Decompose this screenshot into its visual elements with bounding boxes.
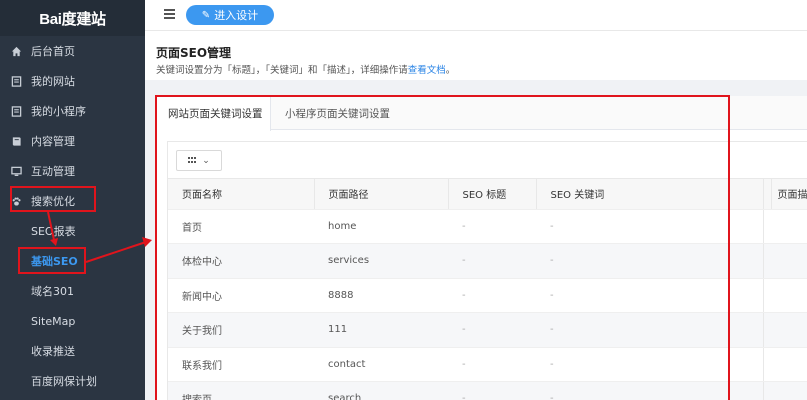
sidebar-subitem-seo-report[interactable]: SEO报表: [0, 216, 145, 246]
sidebar-subitem-sitemap[interactable]: SiteMap: [0, 306, 145, 336]
logo-text: Bai度建站: [39, 10, 106, 28]
page-header: 页面SEO管理 关键词设置分为「标题」，「关键词」和「描述」，详细操作请查看文档…: [145, 31, 807, 80]
cell-spacer: [763, 243, 771, 279]
cell-spacer: [763, 209, 771, 244]
annotation-box-search-optimization: [10, 186, 96, 212]
page-title: 页面SEO管理: [156, 46, 232, 60]
sidebar-subitem-baidu-plan[interactable]: 百度网保计划: [0, 366, 145, 396]
logo[interactable]: Bai度建站: [0, 0, 145, 36]
sidebar-item-home[interactable]: 后台首页: [0, 36, 145, 66]
monitor-icon: [10, 165, 22, 177]
sidebar-item-label: 后台首页: [31, 45, 75, 58]
cell-spacer: [763, 278, 771, 313]
cell-page-desc: [771, 312, 807, 348]
sidebar-item-my-site[interactable]: 我的网站: [0, 66, 145, 96]
home-icon: [10, 45, 22, 57]
sidebar-item-content[interactable]: 内容管理: [0, 126, 145, 156]
sidebar-item-interaction[interactable]: 互动管理: [0, 156, 145, 186]
sidebar-item-my-app[interactable]: 我的小程序: [0, 96, 145, 126]
sidebar-item-label: 内容管理: [31, 135, 75, 148]
cell-page-desc: [771, 243, 807, 279]
annotation-box-content: [155, 95, 730, 400]
sidebar-subitem-index-push[interactable]: 收录推送: [0, 336, 145, 366]
pen-icon: ✎: [201, 9, 211, 21]
cell-spacer: [763, 347, 771, 382]
description-suffix: 。: [445, 65, 456, 76]
cell-page-desc: [771, 381, 807, 400]
sidebar-subitem-label: 收录推送: [31, 345, 75, 358]
cell-page-desc: [771, 209, 807, 244]
cell-spacer: [763, 381, 771, 400]
book-icon: [10, 135, 22, 147]
enter-design-label: 进入设计: [214, 9, 259, 22]
sidebar-subitem-label: 百度网保计划: [31, 375, 97, 388]
top-bar: ✎ 进入设计: [145, 0, 807, 31]
sidebar-item-label: 我的小程序: [31, 105, 86, 118]
sidebar-subitem-label: SEO报表: [31, 225, 76, 238]
app-icon: [10, 105, 22, 117]
cell-spacer: [763, 312, 771, 348]
column-header-page-desc[interactable]: 页面描: [771, 179, 807, 210]
sidebar-item-label: 互动管理: [31, 165, 75, 178]
column-header-spacer: [763, 179, 772, 210]
menu-toggle-icon[interactable]: [164, 9, 175, 19]
description-text: 关键词设置分为「标题」，「关键词」和「描述」，详细操作请: [156, 65, 408, 76]
annotation-box-basic-seo: [18, 247, 86, 274]
enter-design-button[interactable]: ✎ 进入设计: [186, 5, 274, 25]
cell-page-desc: [771, 347, 807, 382]
page-description: 关键词设置分为「标题」，「关键词」和「描述」，详细操作请查看文档。: [156, 62, 455, 76]
sidebar-item-label: 我的网站: [31, 75, 75, 88]
sidebar-subitem-label: SiteMap: [31, 314, 76, 328]
view-docs-link[interactable]: 查看文档: [408, 65, 446, 76]
sidebar-subitem-domain-301[interactable]: 域名301: [0, 276, 145, 306]
sidebar-subitem-label: 域名301: [31, 285, 74, 298]
cell-page-desc: [771, 278, 807, 313]
site-icon: [10, 75, 22, 87]
